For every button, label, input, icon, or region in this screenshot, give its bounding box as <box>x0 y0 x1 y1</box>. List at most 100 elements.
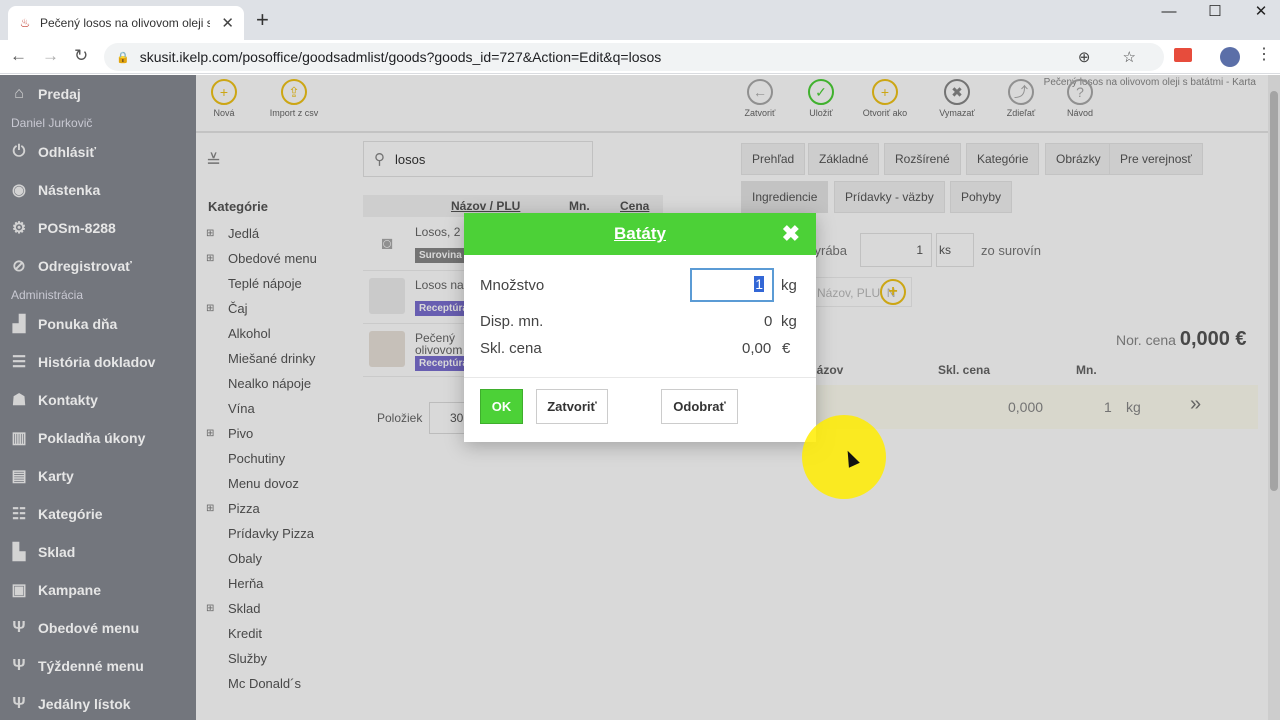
ingredient-row[interactable]: 0,000 1 kg » <box>808 385 1258 429</box>
dialog-close-icon[interactable]: ✖ <box>782 213 800 255</box>
category-item[interactable]: ⊞ Jedlá <box>206 221 346 246</box>
category-item[interactable]: Prídavky Pizza <box>206 521 346 546</box>
toolbar-button-import-z-csv[interactable]: ⇪ Import z csv <box>262 79 326 118</box>
toolbar-button-otvori-ako[interactable]: + Otvoriť ako <box>853 79 917 118</box>
expand-icon[interactable]: ⊞ <box>206 603 228 614</box>
product-thumbnail <box>369 331 405 367</box>
scrollbar-thumb[interactable] <box>1270 91 1278 491</box>
category-item[interactable]: Kredit <box>206 621 346 646</box>
sidebar-item-kateg-rie[interactable]: ☷ Kategórie <box>0 495 196 533</box>
tab-ingrediencie[interactable]: Ingrediencie <box>741 181 829 213</box>
category-item[interactable]: ⊞ Čaj <box>206 296 346 321</box>
reload-icon[interactable]: ↻ <box>74 47 88 65</box>
ok-button[interactable]: OK <box>480 389 523 424</box>
ing-detail-arrow-icon[interactable]: » <box>1190 393 1201 416</box>
toolbar-button-vymaza-[interactable]: ✖ Vymazať <box>925 79 989 118</box>
mnozstvo-input[interactable]: 1 <box>690 268 774 302</box>
sidebar-item-kampane[interactable]: ▣ Kampane <box>0 571 196 609</box>
tab-pohyby[interactable]: Pohyby <box>950 181 1013 213</box>
ing-header-mn: Mn. <box>1076 363 1097 377</box>
sidebar-item-label: Obedové menu <box>38 620 140 636</box>
category-item[interactable]: Teplé nápoje <box>206 271 346 296</box>
sidebar-item-kontakty[interactable]: ☗ Kontakty <box>0 381 196 419</box>
toolbar-button-zatvori-[interactable]: ← Zatvoriť <box>728 79 792 118</box>
expand-icon[interactable]: ⊞ <box>206 303 228 314</box>
toolbar-button-nov-[interactable]: + Nová <box>192 79 256 118</box>
category-item[interactable]: Obaly <box>206 546 346 571</box>
sidebar-item-obedov-menu[interactable]: Ψ Obedové menu <box>0 609 196 647</box>
tab-pr-davky-v-zby[interactable]: Prídavky - väzby <box>834 181 945 213</box>
window-close-button[interactable]: ✕ <box>1238 2 1280 22</box>
category-item[interactable]: Mc Donald´s <box>206 671 346 696</box>
sidebar-item-odhl-si-[interactable]: ⏻ Odhlásiť <box>0 133 196 171</box>
expand-icon[interactable]: ⊞ <box>206 428 228 439</box>
tab-roz-ren-[interactable]: Rozšírené <box>884 143 961 175</box>
toolbar-button-zdie-a-[interactable]: ⤴ Zdieľať <box>989 79 1053 118</box>
sidebar-item-odregistrova-[interactable]: ⊘ Odregistrovať <box>0 247 196 285</box>
category-item[interactable]: Alkohol <box>206 321 346 346</box>
add-ingredient-icon[interactable]: + <box>880 279 906 305</box>
back-icon[interactable]: ← <box>10 47 27 65</box>
browser-tab[interactable]: ♨ Pečený losos na olivovom oleji s batát… <box>8 6 244 40</box>
product-thumbnail <box>369 278 405 314</box>
tab-z-kladn-[interactable]: Základné <box>808 143 880 175</box>
search-input[interactable] <box>395 151 575 167</box>
tab-kateg-rie[interactable]: Kategórie <box>966 143 1040 175</box>
sidebar-item-posm-8288[interactable]: ⚙ POSm-8288 <box>0 209 196 247</box>
category-item[interactable]: Pochutiny <box>206 446 346 471</box>
search-box[interactable]: ⚲ <box>363 141 593 177</box>
zatvorit-button[interactable]: Zatvoriť <box>536 389 608 424</box>
mail-extension-icon[interactable] <box>1174 48 1192 62</box>
tab-preh-ad[interactable]: Prehľad <box>741 143 806 175</box>
category-item[interactable]: ⊞ Pizza <box>206 496 346 521</box>
minimize-button[interactable]: — <box>1146 2 1192 22</box>
expand-icon[interactable]: ⊞ <box>206 228 228 239</box>
recipe-unit-select[interactable]: ks <box>936 233 974 267</box>
mnozstvo-unit: kg <box>781 277 797 294</box>
sidebar-item-icon: ▥ <box>11 430 27 447</box>
maximize-button[interactable]: ☐ <box>1192 2 1238 22</box>
odobrat-button[interactable]: Odobrať <box>661 389 738 424</box>
collapse-chevron-icon[interactable]: ≚ <box>206 151 221 172</box>
recipe-qty-input[interactable]: 1 <box>860 233 932 267</box>
sidebar-item-n-stenka[interactable]: ◉ Nástenka <box>0 171 196 209</box>
tab-close-icon[interactable]: ✕ <box>221 14 234 32</box>
category-item[interactable]: ⊞ Pivo <box>206 421 346 446</box>
header-name[interactable]: Názov / PLU <box>451 199 520 213</box>
sidebar-item-hist-ria-dokladov[interactable]: ☰ História dokladov <box>0 343 196 381</box>
chrome-menu-icon[interactable]: ⋮ <box>1256 46 1272 64</box>
sidebar-item-ponuka-d-a[interactable]: ▟ Ponuka dňa <box>0 305 196 343</box>
sidebar-item-icon: ☷ <box>11 506 27 523</box>
category-item[interactable]: ⊞ Sklad <box>206 596 346 621</box>
category-item[interactable]: Vína <box>206 396 346 421</box>
sidebar-item-poklad-a-kony[interactable]: ▥ Pokladňa úkony <box>0 419 196 457</box>
tab-pre-verejnos-[interactable]: Pre verejnosť <box>1109 143 1203 175</box>
sidebar-item-jed-lny-l-stok[interactable]: Ψ Jedálny lístok <box>0 685 196 720</box>
header-qty[interactable]: Mn. <box>569 199 590 213</box>
sidebar-item-predaj[interactable]: ⌂ Predaj <box>0 75 196 113</box>
bookmark-star-icon[interactable]: ⊕ ☆ <box>1078 48 1150 66</box>
category-item[interactable]: Miešané drinky <box>206 346 346 371</box>
category-item[interactable]: Menu dovoz <box>206 471 346 496</box>
category-item[interactable]: Herňa <box>206 571 346 596</box>
address-bar[interactable]: 🔒 skusit.ikelp.com/posoffice/goodsadmlis… <box>104 43 1164 71</box>
url-text[interactable]: skusit.ikelp.com/posoffice/goodsadmlist/… <box>140 49 662 65</box>
sidebar-item-karty[interactable]: ▤ Karty <box>0 457 196 495</box>
header-price[interactable]: Cena <box>620 199 649 213</box>
category-item[interactable]: ⊞ Obedové menu <box>206 246 346 271</box>
expand-icon[interactable]: ⊞ <box>206 253 228 264</box>
category-item[interactable]: Služby <box>206 646 346 671</box>
sidebar-item-t-denn-menu[interactable]: Ψ Týždenné menu <box>0 647 196 685</box>
new-tab-button[interactable]: + <box>256 9 269 31</box>
page-scrollbar[interactable] <box>1268 75 1280 720</box>
category-item[interactable]: Nealko nápoje <box>206 371 346 396</box>
tab-obr-zky[interactable]: Obrázky <box>1045 143 1112 175</box>
profile-avatar[interactable] <box>1220 47 1240 67</box>
sidebar-item-sklad[interactable]: ▙ Sklad <box>0 533 196 571</box>
forward-icon[interactable]: → <box>42 47 59 65</box>
toolbar-label: Vymazať <box>939 108 975 118</box>
toolbar-label: Otvoriť ako <box>862 108 908 118</box>
toolbar-button-n-vod[interactable]: ? Návod <box>1048 79 1112 118</box>
toolbar-button-ulo-i-[interactable]: ✓ Uložiť <box>789 79 853 118</box>
expand-icon[interactable]: ⊞ <box>206 503 228 514</box>
